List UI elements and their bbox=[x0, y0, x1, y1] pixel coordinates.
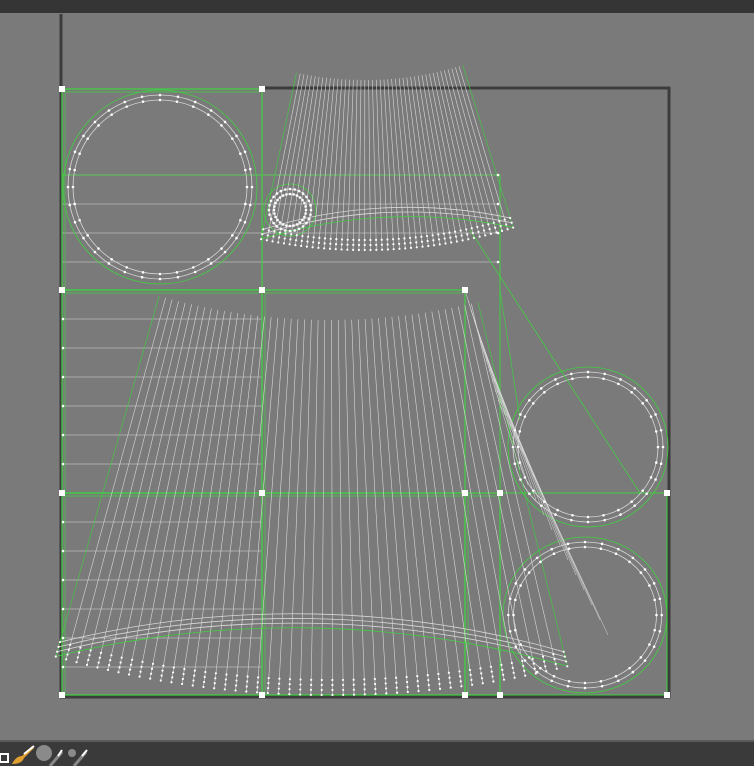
brush-small-icon[interactable] bbox=[66, 744, 92, 766]
uv-editor-canvas[interactable] bbox=[0, 13, 754, 740]
brush-large-icon[interactable] bbox=[36, 744, 64, 766]
paint-brush-icon[interactable] bbox=[10, 744, 36, 766]
uv-vertices bbox=[54, 86, 670, 698]
uv-mesh bbox=[55, 65, 669, 696]
bottom-toolbar bbox=[0, 740, 754, 766]
header-bar bbox=[0, 0, 754, 13]
